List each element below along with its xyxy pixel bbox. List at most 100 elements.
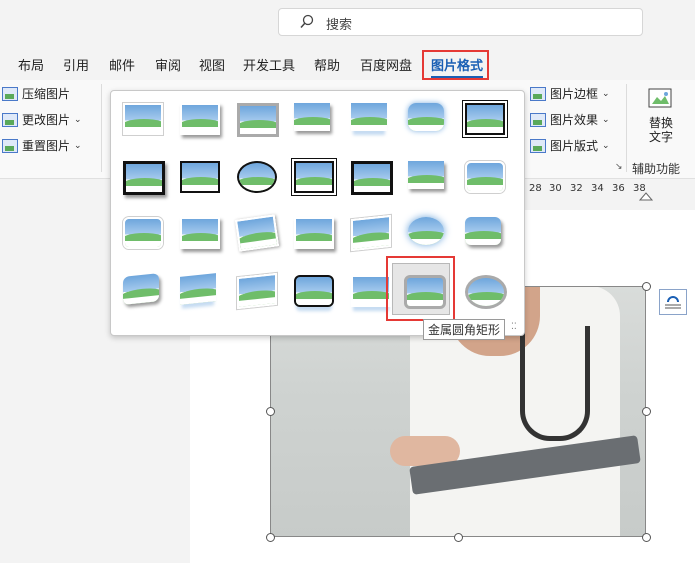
tab-developer[interactable]: 开发工具 (243, 55, 295, 74)
search-box[interactable]: 搜索 (278, 8, 643, 36)
tab-mailings[interactable]: 邮件 (109, 55, 135, 74)
style-bevel-perspective-left-white[interactable] (229, 267, 279, 311)
resize-handle-middle-left[interactable] (266, 407, 275, 416)
tab-baidu-netdisk[interactable]: 百度网盘 (360, 55, 412, 74)
picture-effects-label: 图片效果 (550, 113, 599, 127)
style-reflected-bevel-black[interactable] (286, 267, 336, 311)
chevron-down-icon: ⌄ (602, 140, 610, 151)
style-thumbnail (408, 103, 444, 131)
style-thumbnail (351, 103, 387, 131)
search-placeholder: 搜索 (326, 18, 353, 33)
style-perspective-shadow-white[interactable] (286, 209, 336, 253)
style-beveled-oval-black[interactable] (229, 153, 279, 197)
change-picture-button[interactable]: 更改图片 ⌄ (2, 111, 82, 128)
style-soft-edge-oval[interactable] (400, 209, 450, 253)
style-thumbnail (351, 214, 391, 252)
style-relaxed-perspective-white[interactable] (343, 209, 393, 253)
style-thumbnail (294, 217, 334, 249)
chevron-down-icon: ⌄ (74, 114, 82, 125)
title-bar: 搜索 (0, 0, 695, 48)
tab-layout[interactable]: 布局 (18, 55, 44, 74)
style-thumbnail (180, 161, 220, 193)
compress-label: 压缩图片 (22, 87, 71, 101)
style-simple-frame-black[interactable] (172, 153, 222, 197)
picture-layout-label: 图片版式 (550, 139, 599, 153)
style-rotated-white[interactable] (229, 209, 280, 253)
style-metal-frame[interactable] (229, 95, 279, 139)
style-moderate-frame-white[interactable] (172, 209, 222, 253)
layout-icon (530, 138, 546, 153)
style-thumbnail (123, 161, 165, 195)
chevron-down-icon: ⌄ (74, 140, 82, 151)
tab-help[interactable]: 帮助 (314, 55, 340, 74)
tab-references[interactable]: 引用 (63, 55, 89, 74)
alt-text-button[interactable]: 替换 文字 (636, 86, 686, 144)
dialog-launcher-icon[interactable]: ↘ (615, 162, 623, 172)
effects-icon (530, 112, 546, 127)
pen-icon (530, 86, 546, 101)
tab-review[interactable]: 审阅 (155, 55, 181, 74)
style-thumbnail (465, 161, 505, 193)
resize-handle-middle-right[interactable] (642, 407, 651, 416)
style-bevel-rectangle[interactable] (457, 209, 507, 253)
ruler-tick: 36 (612, 183, 625, 194)
style-center-shadow-rectangle[interactable] (400, 153, 450, 197)
style-simple-frame-white[interactable] (115, 95, 165, 139)
picture-border-button[interactable]: 图片边框 ⌄ (530, 85, 610, 102)
style-reflected-rounded-rectangle[interactable] (343, 95, 393, 139)
style-thumbnail (465, 217, 501, 245)
gallery-resize-grip-icon[interactable]: ⁚⁚ (511, 322, 517, 332)
tab-view[interactable]: 视图 (199, 55, 225, 74)
style-tooltip: 金属圆角矩形 (423, 319, 506, 340)
style-thumbnail (123, 273, 159, 305)
layout-options-button[interactable] (659, 289, 687, 315)
reset-picture-button[interactable]: 重置图片 ⌄ (2, 137, 82, 154)
style-beveled-matte-white[interactable] (172, 95, 222, 139)
resize-handle-bottom-left[interactable] (266, 533, 275, 542)
style-thumbnail (465, 275, 507, 309)
style-thumbnail (294, 161, 334, 193)
style-drop-shadow-rectangle[interactable] (286, 95, 336, 139)
style-thumbnail (237, 161, 277, 193)
picture-effects-button[interactable]: 图片效果 ⌄ (530, 111, 610, 128)
alt-text-label-2: 文字 (648, 130, 673, 144)
style-thumbnail (234, 214, 280, 252)
style-thumbnail (237, 103, 279, 137)
selected-style-highlight-box (386, 256, 455, 321)
style-reflected-perspective-right[interactable] (172, 267, 222, 311)
style-double-frame-black[interactable] (457, 95, 507, 139)
resize-handle-bottom-right[interactable] (642, 533, 651, 542)
compress-pictures-button[interactable]: 压缩图片 (2, 85, 70, 102)
style-moderate-frame-black[interactable] (343, 153, 393, 197)
horizontal-ruler: 28 30 32 34 36 38 (515, 183, 695, 203)
style-thumbnail (294, 103, 330, 131)
style-compound-frame-black[interactable] (286, 153, 336, 197)
style-thumbnail (180, 273, 216, 305)
resize-handle-top-right[interactable] (642, 282, 651, 291)
ruler-tick: 34 (591, 183, 604, 194)
ribbon-tabs: 布局 引用 邮件 审阅 视图 开发工具 帮助 百度网盘 图片格式 (0, 48, 695, 80)
compress-icon (2, 86, 18, 101)
style-metal-oval[interactable] (457, 267, 507, 311)
reset-picture-icon (2, 138, 18, 153)
picture-styles-gallery (110, 90, 525, 336)
change-picture-icon (2, 112, 18, 127)
style-thumbnail (123, 217, 163, 249)
ribbon-divider (101, 84, 102, 172)
tab-highlight-box (422, 50, 489, 80)
picture-layout-button[interactable]: 图片版式 ⌄ (530, 137, 610, 154)
resize-handle-bottom-middle[interactable] (454, 533, 463, 542)
style-rounded-diagonal-corner-white[interactable] (457, 153, 507, 197)
search-icon (300, 14, 314, 29)
style-soft-edge-rectangle[interactable] (400, 95, 450, 139)
chevron-down-icon: ⌄ (602, 114, 610, 125)
style-thick-matte-black[interactable] (115, 153, 165, 197)
style-bevel-perspective[interactable] (115, 267, 165, 311)
group-label-accessibility: 辅助功能 (632, 162, 681, 176)
change-picture-label: 更改图片 (22, 113, 71, 127)
alt-text-label-1: 替换 (648, 116, 673, 130)
ruler-indent-marker[interactable] (639, 191, 653, 201)
style-snip-diagonal-corner-white[interactable] (115, 209, 165, 253)
ruler-tick: 30 (549, 183, 562, 194)
ruler-tick: 32 (570, 183, 583, 194)
